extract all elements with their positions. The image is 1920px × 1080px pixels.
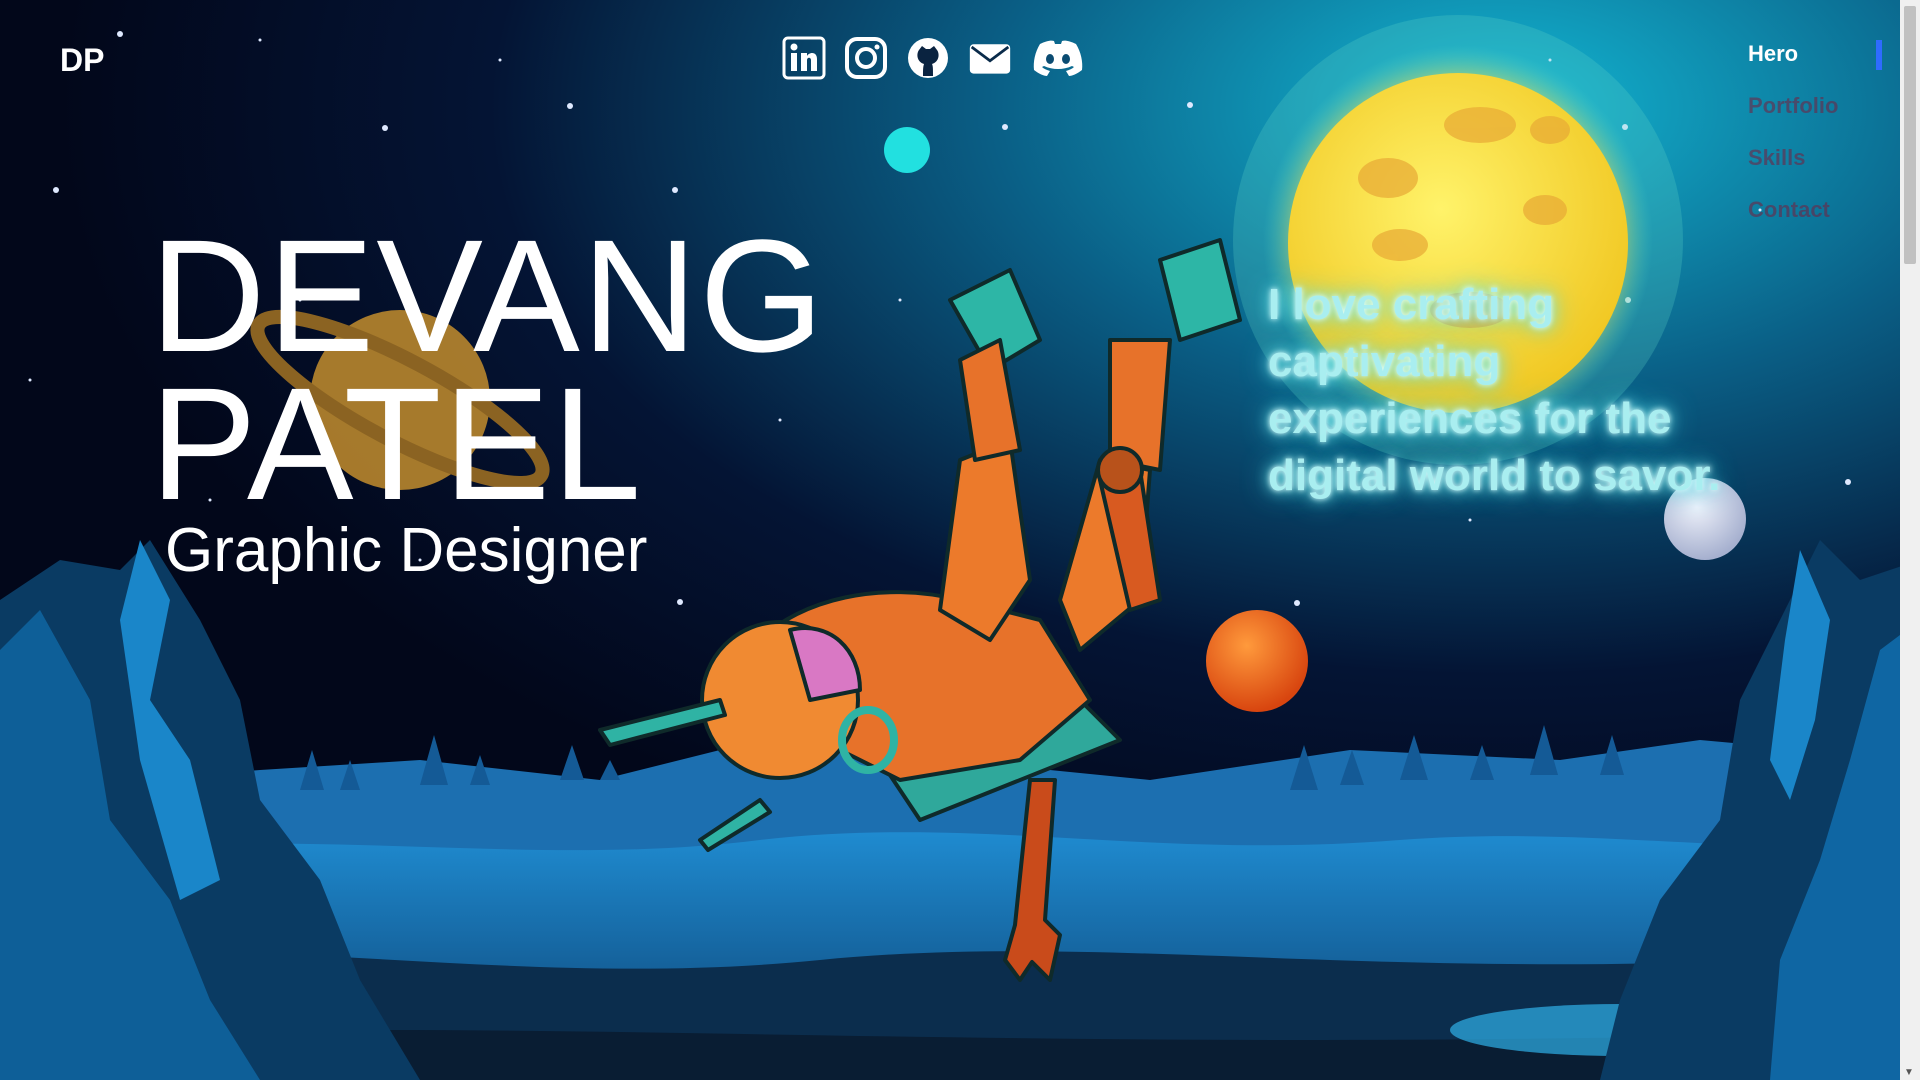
social-links: [782, 36, 1086, 80]
cyan-planet: [884, 127, 930, 173]
site-logo[interactable]: DP: [60, 42, 104, 79]
linkedin-icon[interactable]: [782, 36, 826, 80]
hero-role: Graphic Designer: [165, 516, 648, 585]
active-indicator: [1876, 40, 1882, 70]
nav-item-portfolio[interactable]: Portfolio: [1740, 84, 1920, 136]
nav-item-label: Portfolio: [1748, 93, 1839, 118]
github-icon[interactable]: [906, 36, 950, 80]
nav-item-label: Hero: [1748, 41, 1799, 66]
nav-item-label: Skills: [1748, 145, 1806, 170]
orange-planet: [1206, 610, 1308, 712]
nav-item-label: Contact: [1748, 197, 1830, 222]
email-icon[interactable]: [968, 36, 1012, 80]
first-name: DEVANG: [150, 206, 826, 385]
scroll-down-arrow-icon[interactable]: ▼: [1904, 1067, 1914, 1078]
nav-item-hero[interactable]: Hero: [1740, 32, 1920, 84]
nav-item-contact[interactable]: Contact: [1740, 188, 1920, 240]
instagram-icon[interactable]: [844, 36, 888, 80]
last-name: PATEL: [150, 354, 644, 533]
nav-item-skills[interactable]: Skills: [1740, 136, 1920, 188]
page-scrollbar[interactable]: ▼: [1900, 0, 1920, 1080]
section-nav: Hero Portfolio Skills Contact: [1740, 32, 1920, 240]
hero-tagline: I love crafting captivating experiences …: [1268, 280, 1721, 500]
scrollbar-thumb[interactable]: [1904, 6, 1916, 264]
discord-icon[interactable]: [1030, 36, 1086, 80]
hero-name: DEVANG PATEL: [150, 206, 826, 533]
